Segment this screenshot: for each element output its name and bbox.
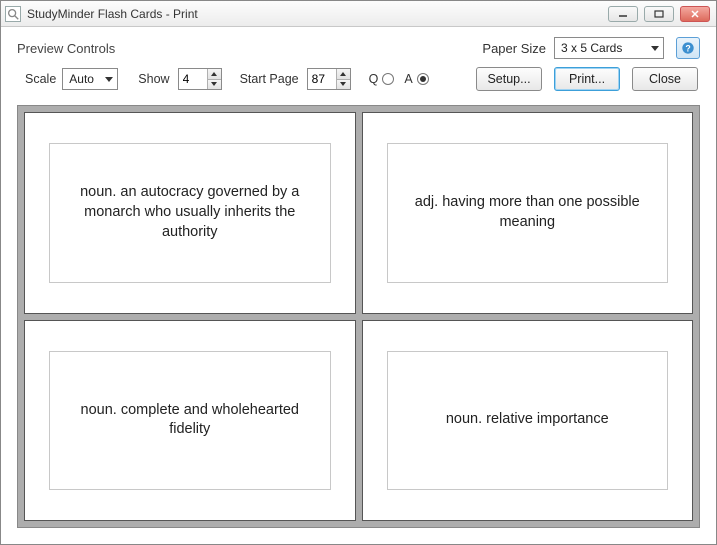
- svg-text:?: ?: [685, 44, 690, 54]
- a-label: A: [404, 72, 412, 86]
- toolbar-row-top: Preview Controls Paper Size 3 x 5 Cards …: [17, 37, 700, 59]
- maximize-button[interactable]: [644, 6, 674, 22]
- help-button[interactable]: ?: [676, 37, 700, 59]
- scale-value: Auto: [69, 72, 94, 86]
- card-page: noun. an autocracy governed by a monarch…: [24, 112, 356, 314]
- show-label: Show: [138, 72, 169, 86]
- preview-area: noun. an autocracy governed by a monarch…: [17, 105, 700, 528]
- start-page-input[interactable]: [308, 69, 336, 89]
- paper-size-label: Paper Size: [482, 41, 546, 56]
- card-page: noun. complete and wholehearted fidelity: [24, 320, 356, 522]
- q-radio[interactable]: [382, 73, 394, 85]
- action-buttons: Setup... Print... Close: [476, 67, 700, 91]
- toolbar: Preview Controls Paper Size 3 x 5 Cards …: [1, 27, 716, 99]
- scale-label: Scale: [25, 72, 56, 86]
- print-dialog-window: StudyMinder Flash Cards - Print Preview …: [0, 0, 717, 545]
- paper-size-dropdown[interactable]: 3 x 5 Cards: [554, 37, 664, 59]
- card-page: adj. having more than one possible meani…: [362, 112, 694, 314]
- show-spinner[interactable]: [178, 68, 222, 90]
- toolbar-row-bottom: Scale Auto Show Start Page: [17, 67, 700, 91]
- show-up-button[interactable]: [208, 69, 221, 79]
- start-page-label: Start Page: [240, 72, 299, 86]
- q-label: Q: [369, 72, 379, 86]
- card-text: noun. relative importance: [387, 351, 669, 491]
- start-page-down-button[interactable]: [337, 79, 350, 90]
- chevron-down-icon: [105, 77, 113, 82]
- start-page-spinner[interactable]: [307, 68, 351, 90]
- card-text: adj. having more than one possible meani…: [387, 143, 669, 283]
- close-button[interactable]: Close: [632, 67, 698, 91]
- card-text: noun. complete and wholehearted fidelity: [49, 351, 331, 491]
- close-window-button[interactable]: [680, 6, 710, 22]
- scale-group: Scale Auto: [25, 68, 118, 90]
- preview-controls-label: Preview Controls: [17, 41, 115, 56]
- app-icon: [5, 6, 21, 22]
- setup-button[interactable]: Setup...: [476, 67, 542, 91]
- paper-size-value: 3 x 5 Cards: [561, 41, 622, 55]
- start-page-up-button[interactable]: [337, 69, 350, 79]
- window-title: StudyMinder Flash Cards - Print: [27, 7, 608, 21]
- titlebar: StudyMinder Flash Cards - Print: [1, 1, 716, 27]
- card-page: noun. relative importance: [362, 320, 694, 522]
- chevron-down-icon: [651, 46, 659, 51]
- minimize-button[interactable]: [608, 6, 638, 22]
- a-radio[interactable]: [417, 73, 429, 85]
- show-input[interactable]: [179, 69, 207, 89]
- print-button[interactable]: Print...: [554, 67, 620, 91]
- scale-dropdown[interactable]: Auto: [62, 68, 118, 90]
- show-down-button[interactable]: [208, 79, 221, 90]
- window-controls: [608, 6, 710, 22]
- qa-radio-group: Q A: [369, 72, 429, 86]
- card-text: noun. an autocracy governed by a monarch…: [49, 143, 331, 283]
